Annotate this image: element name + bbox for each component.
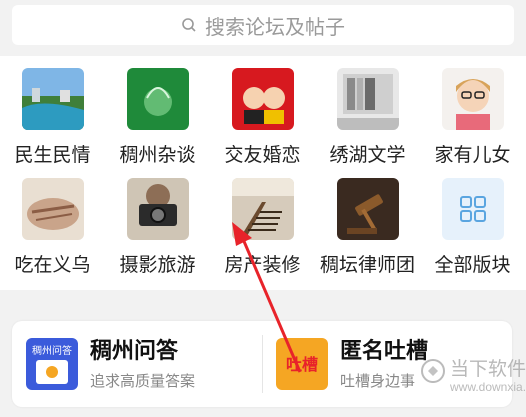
xiuhu-thumbnail [336,68,399,130]
forum-item-jiaoyou[interactable]: 交友婚恋 [210,68,315,167]
watermark: 当下软件园 www.downxia.com [420,354,526,414]
forum-item-fangchan[interactable]: 房产装修 [210,178,315,277]
search-icon [181,17,197,33]
chouzhou-wenda-entry[interactable]: 稠州问答 稠州问答 追求高质量答案 [26,321,195,407]
sheying-thumbnail [126,178,189,240]
forum-item-chizai[interactable]: 吃在义乌 [0,178,105,277]
forum-grid: 民生民情 稠州杂谈 交友婚恋 绣湖文学 家有儿女 吃在义乌 摄影旅游 房产装修 … [0,56,526,290]
forum-label: 民生民情 [14,144,91,166]
forum-label: 稠州杂谈 [119,144,196,166]
forum-item-quanbu[interactable]: 全部版块 [420,178,525,277]
forum-label: 稠坛律师团 [319,254,415,276]
qa-left-title: 稠州问答 [90,338,179,364]
watermark-url: www.downxia.com [450,380,526,394]
minsheng-thumbnail [21,68,84,130]
forum-item-sheying[interactable]: 摄影旅游 [105,178,210,277]
forum-item-minsheng[interactable]: 民生民情 [0,68,105,167]
forum-label: 交友婚恋 [224,144,301,166]
qa-right-subtitle: 吐槽身边事 [340,371,416,390]
qa-left-subtitle: 追求高质量答案 [90,371,196,390]
qa-divider [262,335,263,393]
search-input[interactable]: 搜索论坛及帖子 [12,5,514,45]
forum-label: 绣湖文学 [329,144,406,166]
forum-label: 房产装修 [224,254,301,276]
niming-tucao-icon-text: 吐槽 [286,355,318,374]
forum-label: 全部版块 [434,254,511,276]
forum-item-xiuhu[interactable]: 绣湖文学 [315,68,420,167]
jiayou-thumbnail [441,68,504,130]
niming-tucao-entry[interactable]: 吐槽 匿名吐槽 吐槽身边事 [276,321,428,407]
chouzhou-wenda-icon: 稠州问答 [26,338,78,390]
forum-label: 家有儿女 [434,144,511,166]
jiaoyou-thumbnail [231,68,294,130]
all-forums-icon [441,178,504,240]
niming-tucao-icon: 吐槽 [276,338,328,390]
forum-label: 摄影旅游 [119,254,196,276]
forum-label: 吃在义乌 [14,254,91,276]
chouzhou-wenda-icon-text: 稠州问答 [32,344,72,357]
qa-right-title: 匿名吐槽 [340,338,429,364]
search-placeholder: 搜索论坛及帖子 [205,14,345,39]
fangchan-thumbnail [231,178,294,240]
forum-item-chouzhou-zatan[interactable]: 稠州杂谈 [105,68,210,167]
chizai-thumbnail [21,178,84,240]
chouzhou-zatan-thumbnail [126,68,189,130]
forum-item-lvshi[interactable]: 稠坛律师团 [315,178,420,277]
search-bar-area: 搜索论坛及帖子 [0,0,526,56]
lvshi-thumbnail [336,178,399,240]
watermark-logo-icon [421,359,445,383]
watermark-text: 当下软件园 [450,358,526,380]
forum-item-jiayou[interactable]: 家有儿女 [420,68,525,167]
